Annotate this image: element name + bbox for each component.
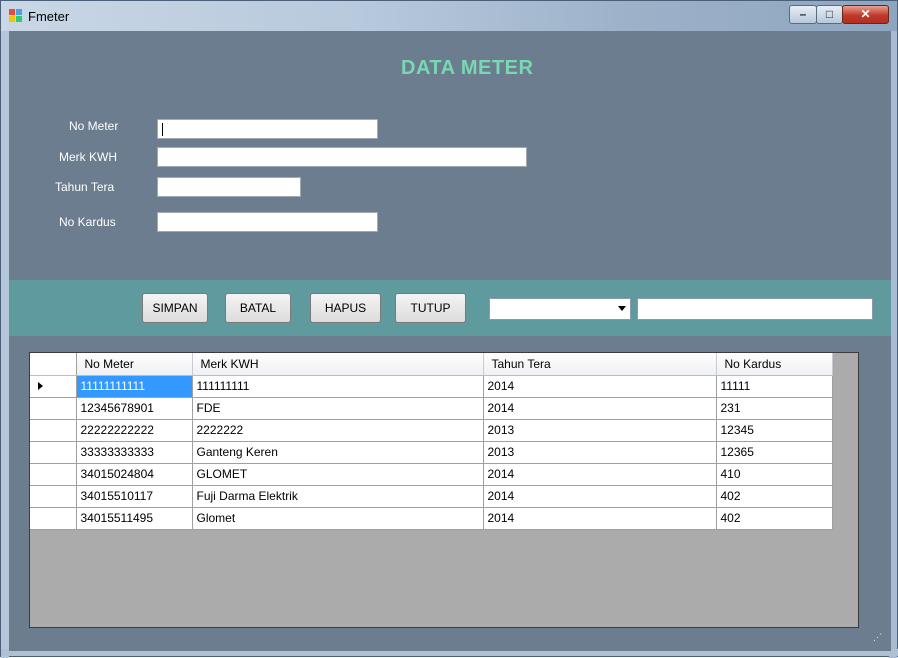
no-kardus-label: No Kardus <box>59 215 116 229</box>
cell-tahun-tera[interactable]: 2014 <box>483 463 717 486</box>
current-row-arrow-icon <box>38 382 43 390</box>
cell-tahun-tera[interactable]: 2014 <box>483 485 717 508</box>
table-row[interactable]: 33333333333 Ganteng Keren 2013 12365 <box>30 441 833 464</box>
fmeter-window: Fmeter – □ ✕ DATA METER No Meter Merk KW… <box>0 0 898 658</box>
row-header[interactable] <box>30 485 77 508</box>
minimize-button[interactable]: – <box>789 5 817 24</box>
no-kardus-input[interactable] <box>157 212 378 232</box>
window-frame-left <box>1 31 9 658</box>
cell-no-meter[interactable]: 34015510117 <box>76 485 193 508</box>
no-meter-label: No Meter <box>69 119 119 133</box>
tahun-tera-label: Tahun Tera <box>55 180 115 194</box>
merk-kwh-input[interactable] <box>157 147 527 167</box>
cell-no-kardus[interactable]: 231 <box>716 397 833 420</box>
cell-no-meter[interactable]: 33333333333 <box>76 441 193 464</box>
minimize-icon: – <box>799 7 807 21</box>
column-header-no-kardus[interactable]: No Kardus <box>716 353 833 376</box>
cell-no-kardus[interactable]: 410 <box>716 463 833 486</box>
row-header[interactable] <box>30 507 77 530</box>
table-row[interactable]: 22222222222 2222222 2013 12345 <box>30 419 833 442</box>
table-row[interactable]: 34015510117 Fuji Darma Elektrik 2014 402 <box>30 485 833 508</box>
cell-merk-kwh[interactable]: FDE <box>192 397 484 420</box>
hapus-button[interactable]: HAPUS <box>310 293 381 323</box>
form-client-area: DATA METER No Meter Merk KWH Tahun Tera … <box>9 31 891 651</box>
row-header-corner <box>30 353 77 376</box>
cell-merk-kwh[interactable]: 111111111 <box>192 375 484 398</box>
search-input[interactable] <box>637 298 873 320</box>
window-title: Fmeter <box>28 9 70 24</box>
cell-tahun-tera[interactable]: 2013 <box>483 419 717 442</box>
no-meter-input[interactable] <box>157 119 378 139</box>
grid-header-row: No Meter Merk KWH Tahun Tera No Kardus <box>30 353 833 376</box>
cell-merk-kwh[interactable]: GLOMET <box>192 463 484 486</box>
cell-no-meter[interactable]: 11111111111 <box>76 375 193 398</box>
cell-merk-kwh[interactable]: Glomet <box>192 507 484 530</box>
table-row[interactable]: 12345678901 FDE 2014 231 <box>30 397 833 420</box>
cell-no-kardus[interactable]: 402 <box>716 485 833 508</box>
page-title: DATA METER <box>401 57 534 79</box>
column-header-merk-kwh[interactable]: Merk KWH <box>192 353 484 376</box>
tutup-button[interactable]: TUTUP <box>395 293 466 323</box>
row-header[interactable] <box>30 375 77 398</box>
cell-tahun-tera[interactable]: 2014 <box>483 375 717 398</box>
close-icon: ✕ <box>860 7 871 21</box>
cell-no-meter[interactable]: 22222222222 <box>76 419 193 442</box>
cell-tahun-tera[interactable]: 2013 <box>483 441 717 464</box>
close-button[interactable]: ✕ <box>842 5 889 24</box>
cell-no-meter[interactable]: 34015024804 <box>76 463 193 486</box>
cell-no-meter[interactable]: 34015511495 <box>76 507 193 530</box>
cell-merk-kwh[interactable]: 2222222 <box>192 419 484 442</box>
cell-no-kardus[interactable]: 11111 <box>716 375 833 398</box>
app-icon <box>9 9 23 23</box>
table-row[interactable]: 34015511495 Glomet 2014 402 <box>30 507 833 530</box>
cell-merk-kwh[interactable]: Ganteng Keren <box>192 441 484 464</box>
cell-no-kardus[interactable]: 12345 <box>716 419 833 442</box>
row-header[interactable] <box>30 441 77 464</box>
maximize-button[interactable]: □ <box>816 5 843 24</box>
row-header[interactable] <box>30 419 77 442</box>
text-caret <box>162 123 163 136</box>
simpan-button[interactable]: SIMPAN <box>142 293 208 323</box>
column-header-tahun-tera[interactable]: Tahun Tera <box>483 353 717 376</box>
search-field-combobox[interactable] <box>489 298 631 320</box>
cell-no-kardus[interactable]: 12365 <box>716 441 833 464</box>
table-row[interactable]: 11111111111 111111111 2014 11111 <box>30 375 833 398</box>
cell-merk-kwh[interactable]: Fuji Darma Elektrik <box>192 485 484 508</box>
tahun-tera-input[interactable] <box>157 177 301 197</box>
data-grid-table: No Meter Merk KWH Tahun Tera No Kardus 1… <box>30 353 833 530</box>
cell-no-kardus[interactable]: 402 <box>716 507 833 530</box>
cell-no-meter[interactable]: 12345678901 <box>76 397 193 420</box>
cell-tahun-tera[interactable]: 2014 <box>483 397 717 420</box>
column-header-no-meter[interactable]: No Meter <box>76 353 193 376</box>
batal-button[interactable]: BATAL <box>225 293 291 323</box>
title-bar[interactable]: Fmeter – □ ✕ <box>1 1 897 31</box>
data-grid[interactable]: No Meter Merk KWH Tahun Tera No Kardus 1… <box>29 352 859 628</box>
table-row[interactable]: 34015024804 GLOMET 2014 410 <box>30 463 833 486</box>
cell-tahun-tera[interactable]: 2014 <box>483 507 717 530</box>
maximize-icon: □ <box>825 7 834 21</box>
resize-grip-icon[interactable]: ⋰ <box>873 633 882 642</box>
chevron-down-icon[interactable] <box>618 306 626 311</box>
row-header[interactable] <box>30 397 77 420</box>
row-header[interactable] <box>30 463 77 486</box>
merk-kwh-label: Merk KWH <box>59 150 117 164</box>
